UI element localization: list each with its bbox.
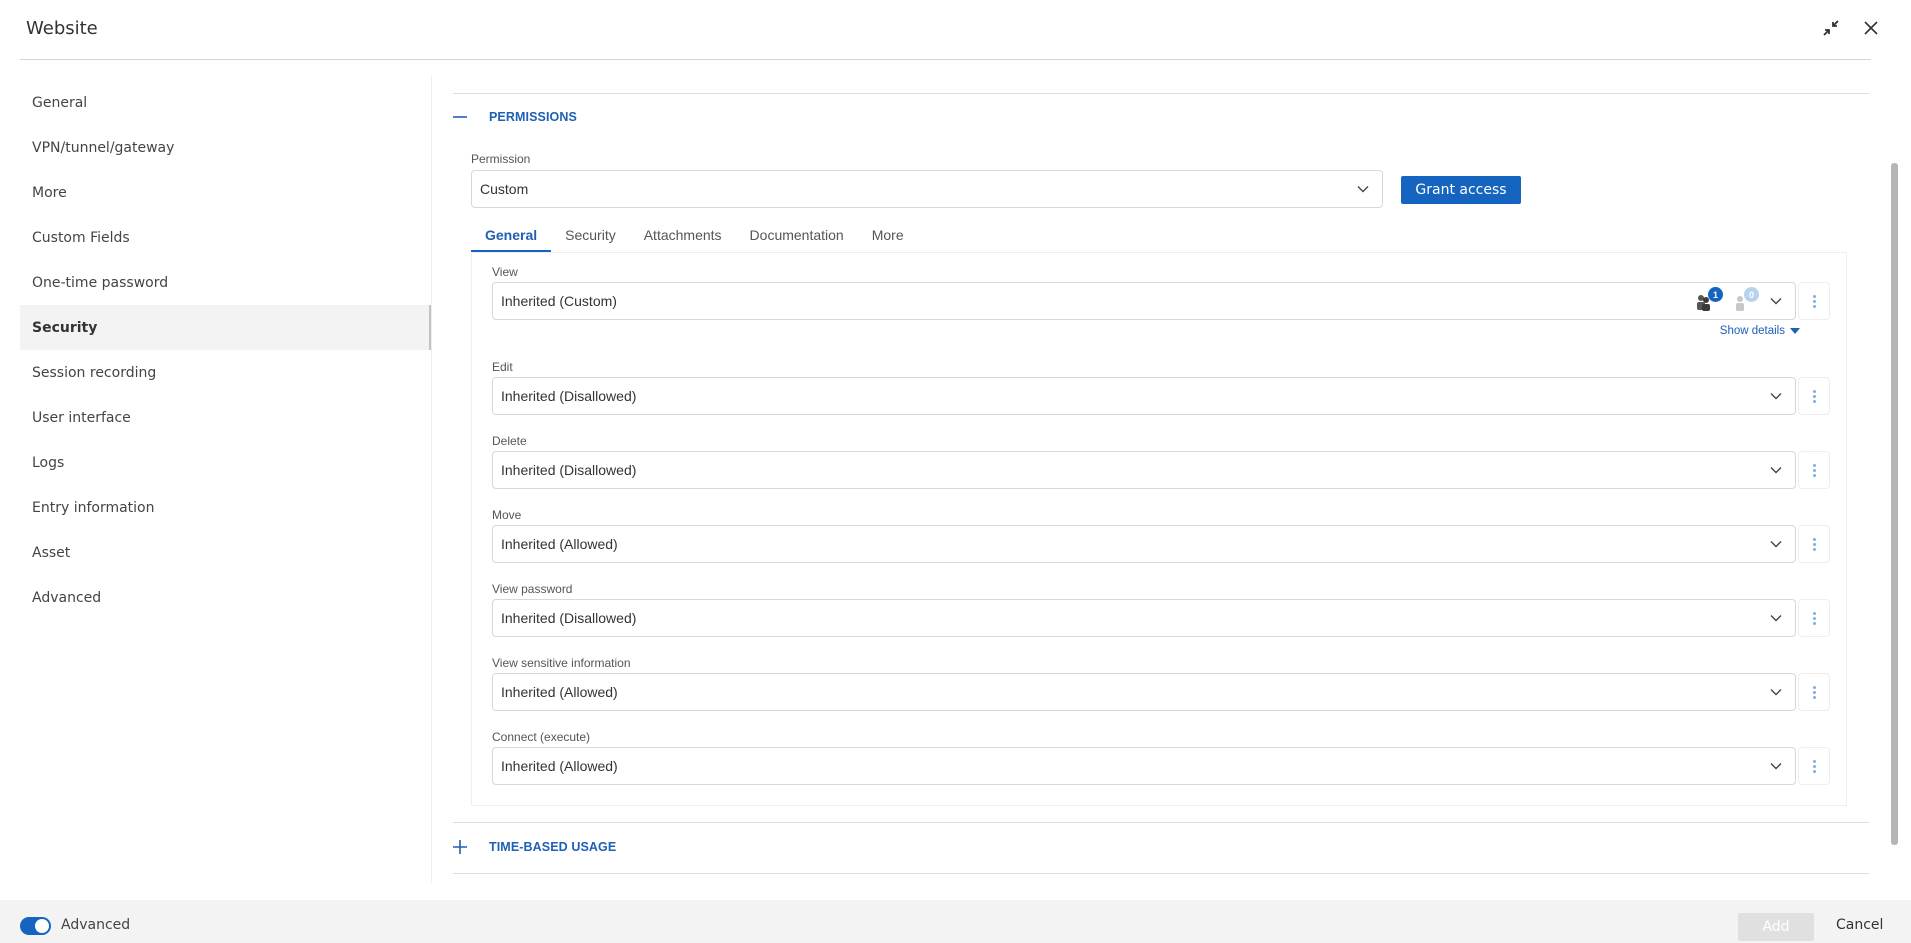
users-count: 1 (1708, 287, 1723, 302)
view-password-value: Inherited (Disallowed) (501, 610, 637, 626)
roles-count: 0 (1744, 287, 1759, 302)
kebab-icon (1812, 463, 1816, 478)
roles-badge[interactable]: 0 (1731, 287, 1759, 311)
view-sensitive-label: View sensitive information (492, 656, 631, 670)
view-sensitive-select[interactable]: Inherited (Allowed) (492, 673, 1796, 711)
delete-more-options-button[interactable] (1798, 451, 1830, 489)
kebab-icon (1812, 759, 1816, 774)
view-sensitive-value: Inherited (Allowed) (501, 684, 618, 700)
add-button[interactable]: Add (1738, 913, 1814, 941)
users-badge[interactable]: 1 (1695, 287, 1723, 311)
delete-value: Inherited (Disallowed) (501, 462, 637, 478)
sidebar-item-user-interface[interactable]: User interface (20, 395, 431, 440)
connect-more-options-button[interactable] (1798, 747, 1830, 785)
permissions-section-header[interactable]: PERMISSIONS (453, 110, 577, 124)
edit-more-options-button[interactable] (1798, 377, 1830, 415)
view-more-options-button[interactable] (1798, 282, 1830, 320)
dialog-footer (0, 900, 1911, 943)
section-divider (453, 822, 1869, 823)
sidebar-item-session-recording[interactable]: Session recording (20, 350, 431, 395)
view-label: View (492, 265, 518, 279)
view-password-more-options-button[interactable] (1798, 599, 1830, 637)
tab-more[interactable]: More (858, 225, 918, 253)
move-value: Inherited (Allowed) (501, 536, 618, 552)
connect-value: Inherited (Allowed) (501, 758, 618, 774)
collapse-icon[interactable] (1821, 18, 1841, 38)
tab-security[interactable]: Security (551, 225, 630, 253)
view-value: Inherited (Custom) (501, 293, 617, 309)
sidebar-item-vpn[interactable]: VPN/tunnel/gateway (20, 125, 431, 170)
section-divider (453, 93, 1869, 94)
move-label: Move (492, 508, 522, 522)
permission-value: Custom (480, 181, 529, 197)
permission-tabs: General Security Attachments Documentati… (471, 225, 918, 253)
view-password-select[interactable]: Inherited (Disallowed) (492, 599, 1796, 637)
sidebar-item-more[interactable]: More (20, 170, 431, 215)
chevron-down-icon (1770, 689, 1782, 696)
sidebar-item-security[interactable]: Security (20, 305, 431, 350)
delete-label: Delete (492, 434, 527, 448)
chevron-down-icon (1357, 186, 1369, 193)
edit-select[interactable]: Inherited (Disallowed) (492, 377, 1796, 415)
time-based-usage-section-title: TIME-BASED USAGE (489, 840, 617, 854)
tab-panel-general: View Inherited (Custom) 1 0 Show details… (471, 252, 1847, 806)
time-based-usage-section-header[interactable]: TIME-BASED USAGE (453, 840, 616, 854)
advanced-toggle[interactable] (20, 917, 51, 935)
move-more-options-button[interactable] (1798, 525, 1830, 563)
view-sensitive-more-options-button[interactable] (1798, 673, 1830, 711)
kebab-icon (1812, 294, 1816, 309)
delete-select[interactable]: Inherited (Disallowed) (492, 451, 1796, 489)
chevron-down-icon (1770, 467, 1782, 474)
section-divider (453, 873, 1869, 874)
tab-general[interactable]: General (471, 225, 552, 253)
entry-dialog: Website General VPN/tunnel/gateway More … (0, 0, 1911, 943)
dialog-title: Website (26, 18, 98, 39)
vertical-scrollbar[interactable] (1891, 163, 1898, 845)
main-content: PERMISSIONS Permission Custom Grant acce… (453, 60, 1869, 890)
sidebar-item-asset[interactable]: Asset (20, 530, 431, 575)
chevron-down-icon (1770, 763, 1782, 770)
advanced-toggle-label: Advanced (61, 917, 131, 933)
permission-select[interactable]: Custom (471, 170, 1383, 208)
sidebar-item-logs[interactable]: Logs (20, 440, 431, 485)
grant-access-button[interactable]: Grant access (1401, 176, 1521, 204)
caret-down-icon (1790, 328, 1800, 334)
sidebar-item-custom-fields[interactable]: Custom Fields (20, 215, 431, 260)
move-select[interactable]: Inherited (Allowed) (492, 525, 1796, 563)
sidebar-item-one-time-password[interactable]: One-time password (20, 260, 431, 305)
sidebar-item-advanced[interactable]: Advanced (20, 575, 431, 620)
view-password-label: View password (492, 582, 573, 596)
chevron-down-icon (1770, 615, 1782, 622)
chevron-down-icon (1770, 393, 1782, 400)
expand-plus-icon[interactable] (453, 840, 467, 854)
permission-label: Permission (471, 152, 531, 166)
sidebar-item-general[interactable]: General (20, 80, 431, 125)
cancel-button[interactable]: Cancel (1836, 917, 1883, 933)
sidebar-item-entry-information[interactable]: Entry information (20, 485, 431, 530)
chevron-down-icon (1770, 541, 1782, 548)
dialog-header: Website (20, 0, 1878, 60)
show-details-label: Show details (1719, 325, 1785, 337)
connect-label: Connect (execute) (492, 730, 591, 744)
edit-value: Inherited (Disallowed) (501, 388, 637, 404)
collapse-minus-icon[interactable] (453, 110, 467, 124)
edit-label: Edit (492, 360, 513, 374)
kebab-icon (1812, 611, 1816, 626)
sidebar-divider (431, 75, 432, 883)
tab-attachments[interactable]: Attachments (630, 225, 736, 253)
kebab-icon (1812, 685, 1816, 700)
kebab-icon (1812, 537, 1816, 552)
view-select[interactable]: Inherited (Custom) 1 0 (492, 282, 1796, 320)
sidebar-nav: General VPN/tunnel/gateway More Custom F… (20, 80, 431, 620)
show-details-link[interactable]: Show details (1720, 325, 1800, 337)
kebab-icon (1812, 389, 1816, 404)
chevron-down-icon (1770, 298, 1782, 305)
close-icon[interactable] (1861, 18, 1881, 38)
tab-documentation[interactable]: Documentation (736, 225, 858, 253)
connect-select[interactable]: Inherited (Allowed) (492, 747, 1796, 785)
permissions-section-title: PERMISSIONS (489, 110, 577, 124)
